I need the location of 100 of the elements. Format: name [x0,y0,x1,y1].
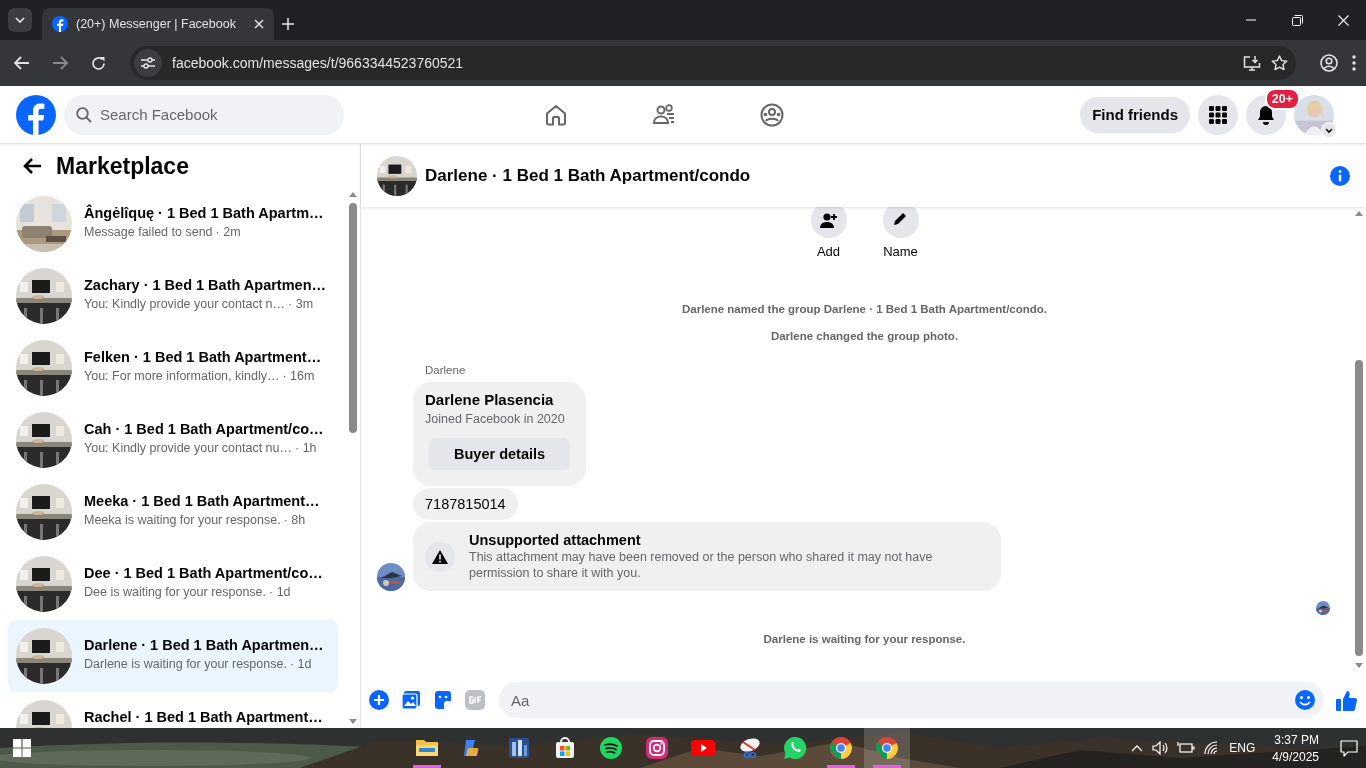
conversation-time: · 2m [215,225,241,239]
scroll-down-icon[interactable] [1355,663,1363,668]
notification-badge: 20+ [1264,87,1300,110]
chrome-icon[interactable] [829,736,853,760]
windows-start-icon[interactable] [13,739,31,757]
back-icon[interactable] [14,56,30,70]
conversation-item[interactable]: Ângėlîquę · 1 Bed 1 Bath Apartm… Message failed to send · 2m [8,188,338,260]
message-field[interactable]: Aa [499,682,1324,718]
facebook-logo-icon [52,16,68,32]
conversation-name: Zachary · 1 Bed 1 Bath Apartmen… [84,277,326,293]
site-info-button[interactable] [134,49,162,77]
conversation-name: Ângėlîquę · 1 Bed 1 Bath Apartm… [84,205,324,221]
scroll-up-icon[interactable] [349,192,357,197]
conversation-time: · 1d [269,585,291,599]
buyer-details-button[interactable]: Buyer details [429,438,571,470]
clock-date[interactable]: 4/9/2025 [1272,749,1319,764]
conversation-name: Meeka · 1 Bed 1 Bath Apartment… [84,493,320,509]
chat-title: Darlene · 1 Bed 1 Bath Apartment/condo [425,165,752,186]
reload-icon[interactable] [90,55,106,71]
conversation-name: Dee · 1 Bed 1 Bath Apartment/co… [84,565,323,581]
profile-joined-text: Joined Facebook in 2020 [425,412,565,426]
thumbs-up-icon[interactable] [1336,689,1358,711]
conversation-preview: You: Kindly provide your contact nu… [84,441,292,455]
conversation-name: Rachel · 1 Bed 1 Bath Apartment… [84,709,323,725]
language-indicator[interactable]: ENG [1229,741,1256,755]
forward-icon[interactable] [52,56,68,70]
game-tile-icon[interactable] [507,736,531,760]
speaker-icon[interactable] [1152,741,1169,755]
chevron-up-icon[interactable] [1131,744,1144,752]
install-app-icon[interactable] [1243,54,1261,72]
grid-icon [1209,105,1227,124]
conversation-name: Cah · 1 Bed 1 Bath Apartment/co… [84,421,324,437]
bell-icon [1257,104,1275,125]
conversation-time: · 16m [282,369,315,383]
scrollbar-thumb[interactable] [349,203,357,433]
conversation-name: Darlene · 1 Bed 1 Bath Apartmen… [84,637,324,653]
warning-icon [432,549,448,564]
status-message: Darlene is waiting for your response. [762,633,967,646]
conversation-item[interactable]: Meeka · 1 Bed 1 Bath Apartment… Meeka is waiting for your response. · 8h [8,476,338,548]
conversation-preview: You: Kindly provide your contact n… [84,297,286,311]
attachment-description: This attachment may have been removed or the person who shared it may not have permission to share it with you. [469,550,934,582]
message-bubble: 7187815014 [413,488,518,520]
groups-icon[interactable] [760,102,784,127]
conversation-preview: Meeka is waiting for your response. [84,513,281,527]
chrome-icon[interactable] [875,736,899,760]
info-icon[interactable] [1330,165,1350,186]
battery-icon[interactable] [1177,741,1196,755]
plus-icon[interactable] [369,690,389,710]
conversation-preview: Darlene is waiting for your response. [84,657,287,671]
tab-list-button[interactable] [8,8,32,32]
system-message: Darlene named the group Darlene · 1 Bed 1 Bath Apartment/condo. [680,303,1049,315]
conversation-time: · 1d [289,657,312,671]
friends-icon[interactable] [652,102,676,127]
search-field[interactable]: Search Facebook [64,94,344,135]
conversation-name: Felken · 1 Bed 1 Bath Apartment… [84,349,322,365]
conversation-item[interactable]: Cah · 1 Bed 1 Bath Apartment/co… You: Kindly provide your contact nu… · 1h [8,404,338,476]
conversation-item[interactable]: Zachary · 1 Bed 1 Bath Apartmen… You: Kindly provide your contact n… · 3m [8,260,338,332]
spotify-icon[interactable] [599,736,623,760]
sender-name: Darlene [425,364,467,376]
more-icon[interactable] [1352,55,1356,71]
facebook-logo-icon[interactable] [16,94,56,135]
home-icon[interactable] [544,102,568,127]
instagram-icon[interactable] [645,736,669,760]
tune-icon [141,57,155,69]
sticker-icon[interactable] [433,690,453,710]
conversation-item[interactable]: Darlene · 1 Bed 1 Bath Apartmen… Darlene is waiting for your response. · 1d [8,620,338,692]
profile-name: Darlene Plasencia [425,391,554,408]
conversation-time: · 8h [283,513,306,527]
attachment-title: Unsupported attachment [469,532,642,548]
find-friends-button[interactable]: Find friends [1080,96,1190,133]
conversation-preview: Dee is waiting for your response. [84,585,267,599]
conversation-time: · 1h [295,441,317,455]
scroll-down-icon[interactable] [349,719,357,724]
sidebar-title: Marketplace [56,152,189,180]
store-icon[interactable] [553,736,577,760]
scroll-up-icon[interactable] [1355,211,1363,216]
conversation-time: · 3m [288,297,314,311]
close-icon[interactable] [254,19,264,29]
menu-button[interactable] [1198,94,1238,135]
new-tab-icon[interactable] [282,18,294,30]
back-arrow-icon[interactable] [22,157,42,175]
conversation-preview: You: For more information, kindly… [84,369,280,383]
add-person-icon [820,212,837,228]
browser-tab[interactable]: (20+) Messenger | Facebook [42,8,274,40]
conversation-preview: Message failed to send [84,225,213,239]
profile-icon[interactable] [1320,54,1338,72]
chevron-down-icon [15,17,25,23]
star-icon[interactable] [1271,55,1288,71]
search-icon [76,106,92,123]
clock-time[interactable]: 3:37 PM [1274,732,1319,747]
image-icon[interactable] [401,690,421,710]
system-message: Darlene changed the group photo. [769,330,960,342]
scrollbar-thumb[interactable] [1355,360,1363,656]
notification-icon[interactable] [1340,739,1358,757]
emoji-icon[interactable] [1294,689,1316,711]
conversation-item[interactable]: Dee · 1 Bed 1 Bath Apartment/co… Dee is waiting for your response. · 1d [8,548,338,620]
conversation-item[interactable]: Felken · 1 Bed 1 Bath Apartment… You: For more information, kindly… · 16m [8,332,338,404]
phone-chat-icon[interactable] [783,736,807,760]
restore-icon[interactable] [1291,14,1303,26]
pencil-icon [892,212,909,228]
